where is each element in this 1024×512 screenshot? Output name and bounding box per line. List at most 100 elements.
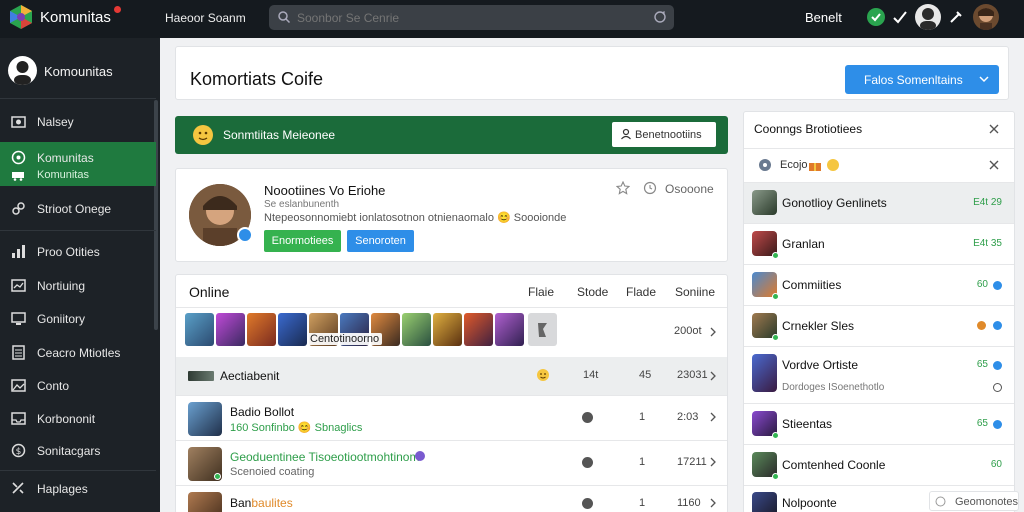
sidebar-item-strioot-onege[interactable]: Strioot Onege <box>0 193 156 223</box>
row-value: 2:03 <box>677 411 699 423</box>
game-thumbnail[interactable] <box>433 313 462 346</box>
sidebar-item-haplages[interactable]: Haplages <box>0 473 156 503</box>
banner-button-label: Benetnootiins <box>635 129 702 141</box>
game-thumbnail[interactable] <box>464 313 493 346</box>
sidebar-item-label: Nalsey <box>37 115 74 129</box>
row-value: 23031 <box>677 369 708 381</box>
status-icon <box>582 412 593 423</box>
profile-description: Ntepeosonnomiebt ionlatosotnon otnienaom… <box>264 212 567 224</box>
star-icon[interactable] <box>616 181 630 195</box>
inbox-icon <box>11 412 26 425</box>
search-bar[interactable] <box>269 5 674 30</box>
item-name: Vordve Ortiste <box>782 358 859 372</box>
radio-icon[interactable] <box>993 383 1002 392</box>
close-icon[interactable] <box>989 124 999 134</box>
sidebar-item-komunitas[interactable]: Komunitas Komunitas <box>0 142 156 186</box>
settings-icon[interactable] <box>946 7 966 27</box>
community-icon <box>11 150 26 165</box>
item-avatar <box>752 492 777 512</box>
more-thumbnail[interactable] <box>528 313 557 346</box>
page-title: Komortiats Coife <box>190 69 324 89</box>
online-indicator <box>772 432 779 439</box>
sidebar-profile[interactable]: Komounitas <box>0 52 160 88</box>
green-action-button[interactable]: Enormotiees <box>264 230 341 252</box>
list-item[interactable]: Commiities 60 <box>744 265 1014 305</box>
table-row[interactable]: Aectiabenit 14t 45 23031 <box>176 357 727 395</box>
avatar[interactable] <box>915 4 941 30</box>
column-header[interactable]: Stode <box>577 285 608 299</box>
game-thumbnail[interactable] <box>216 313 245 346</box>
primary-button-label: Falos Somenltains <box>864 73 963 87</box>
chevron-right-icon[interactable] <box>708 371 718 381</box>
status-icon[interactable] <box>866 7 886 27</box>
online-indicator <box>772 334 779 341</box>
verified-badge <box>237 227 253 243</box>
online-thumbnails: Centotinoorno <box>185 313 565 347</box>
filter-row[interactable]: Ecojo <box>744 149 1014 181</box>
blue-action-button[interactable]: Senoroten <box>347 230 414 252</box>
sidebar-item-nalsey[interactable]: Nalsey <box>0 106 156 136</box>
analytics-icon <box>11 279 26 292</box>
sidebar-item-korbononit[interactable]: Korbononit <box>0 403 156 433</box>
list-item[interactable]: Comtenhed Coonle 60 <box>744 445 1014 485</box>
brand-name[interactable]: Komunitas <box>40 9 111 26</box>
currency-icon: $ <box>11 443 26 458</box>
game-thumbnail[interactable] <box>185 313 214 346</box>
table-row[interactable]: Geoduentinee Tisoeotiootmohtinom Scenoie… <box>176 441 727 485</box>
sidebar-item-ceacro-mtiotles[interactable]: Ceacro Mtiotles <box>0 337 156 367</box>
row-name: Aectiabenit <box>220 369 280 383</box>
list-item[interactable]: Gonotlioy Genlinets E4t 29 <box>744 183 1014 223</box>
row-value: 1 <box>639 411 646 423</box>
bus-icon <box>12 172 24 181</box>
close-icon[interactable] <box>989 160 999 170</box>
banner-button[interactable]: Benetnootiins <box>612 122 716 147</box>
row-avatar <box>188 492 222 512</box>
sidebar-item-goniitory[interactable]: Goniitory <box>0 303 156 333</box>
chevron-right-icon[interactable] <box>708 498 718 508</box>
online-indicator <box>772 293 779 300</box>
game-thumbnail[interactable] <box>402 313 431 346</box>
row-name: Geoduentinee Tisoeotiootmohtinom <box>230 450 420 464</box>
logo-icon[interactable] <box>7 3 35 31</box>
top-nav-link[interactable]: Haeoor Soanm <box>165 11 246 25</box>
row-name: Banbaulites <box>230 496 293 510</box>
sidebar-item-label: Nortiuing <box>37 279 86 293</box>
filter-label: Ecojo <box>780 159 808 171</box>
list-item[interactable]: Stieentas 65 <box>744 404 1014 444</box>
primary-dropdown-button[interactable]: Falos Somenltains <box>845 65 999 94</box>
chevron-right-icon[interactable] <box>708 457 718 467</box>
divider <box>0 470 156 471</box>
user-name[interactable]: Benelt <box>805 10 842 25</box>
game-thumbnail[interactable] <box>495 313 524 346</box>
column-header[interactable]: Soniine <box>675 285 715 299</box>
game-thumbnail[interactable] <box>278 313 307 346</box>
game-thumbnail[interactable] <box>247 313 276 346</box>
table-row[interactable]: Banbaulites 1 1160 <box>176 486 727 512</box>
search-input[interactable] <box>297 9 637 26</box>
list-item[interactable]: Crnekler Sles <box>744 306 1014 346</box>
list-icon <box>12 345 25 360</box>
column-header[interactable]: Flade <box>626 285 656 299</box>
table-row[interactable]: Badio Bollot 160 Sonfinbo 😊 Sbnaglics 1 … <box>176 396 727 440</box>
column-header[interactable]: Flaie <box>528 285 554 299</box>
chevron-right-icon[interactable] <box>708 327 718 337</box>
status-icon <box>582 457 593 468</box>
emoji-icon <box>193 125 213 145</box>
profile-avatar[interactable] <box>973 4 999 30</box>
item-value: 65 <box>976 418 988 429</box>
row-value: 1160 <box>677 497 701 509</box>
list-item[interactable]: Granlan E4t 35 <box>744 224 1014 264</box>
list-item[interactable]: Vordve Ortiste Dordoges ISoenethotlo 65 <box>744 347 1014 403</box>
sidebar-item-sonitacgars[interactable]: $ Sonitacgars <box>0 435 156 465</box>
chevron-right-icon[interactable] <box>708 412 718 422</box>
refresh-icon[interactable] <box>652 9 668 25</box>
status-icon <box>993 420 1002 429</box>
floating-button[interactable]: Geomonotes <box>929 491 1019 511</box>
status-icon <box>582 498 593 509</box>
sidebar-item-conto[interactable]: Conto <box>0 370 156 400</box>
clock-icon[interactable] <box>643 181 657 195</box>
sidebar-item-nortiuing[interactable]: Nortiuing <box>0 270 156 300</box>
checkmark-icon[interactable] <box>890 7 910 27</box>
sidebar-item-proo-otities[interactable]: Proo Otities <box>0 236 156 266</box>
sidebar-item-label: Proo Otities <box>37 245 100 259</box>
